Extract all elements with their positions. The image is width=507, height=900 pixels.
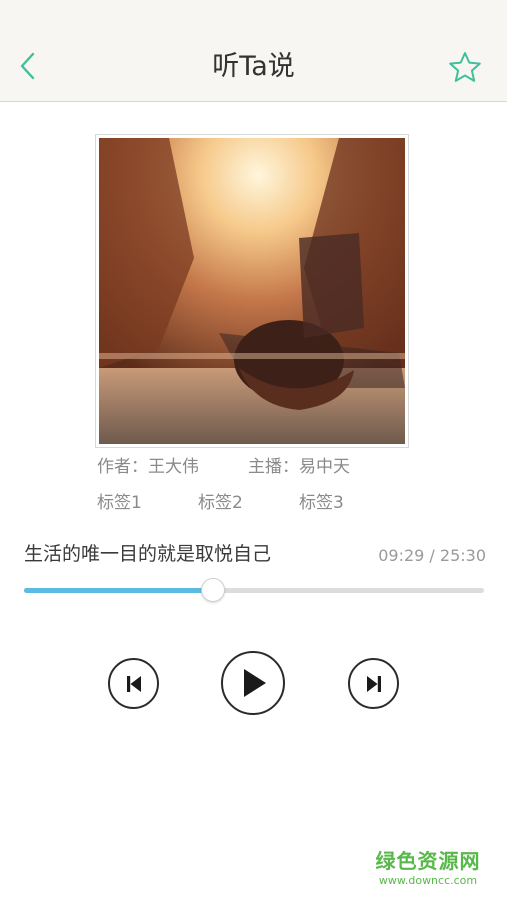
tag-1[interactable]: 标签1	[97, 491, 142, 515]
progress-slider[interactable]	[24, 578, 484, 604]
page-title: 听Ta说	[212, 51, 295, 82]
author-label: 作者：王大伟	[97, 457, 199, 477]
skip-next-icon	[366, 675, 381, 692]
watermark-url: www.downcc.com	[378, 874, 478, 887]
play-icon	[244, 669, 266, 697]
previous-track-button[interactable]	[108, 658, 159, 709]
top-bar: 听Ta说	[0, 0, 507, 102]
album-cover	[95, 134, 409, 448]
track-title: 生活的唯一目的就是取悦自己	[24, 543, 272, 565]
host-label: 主播：易中天	[248, 457, 350, 477]
skip-previous-icon	[126, 675, 141, 692]
watermark: 绿色资源网 www.downcc.com	[370, 848, 486, 888]
tag-3[interactable]: 标签3	[299, 491, 344, 515]
time-readout: 09:29 / 25:30	[378, 546, 486, 565]
progress-fill	[24, 588, 213, 593]
tag-2[interactable]: 标签2	[198, 491, 243, 515]
play-button[interactable]	[221, 651, 285, 715]
next-track-button[interactable]	[348, 658, 399, 709]
progress-thumb[interactable]	[200, 578, 225, 602]
cover-art-image	[99, 138, 405, 444]
favorite-button[interactable]	[444, 47, 486, 87]
star-outline-icon	[449, 52, 481, 82]
watermark-name: 绿色资源网	[375, 849, 481, 873]
